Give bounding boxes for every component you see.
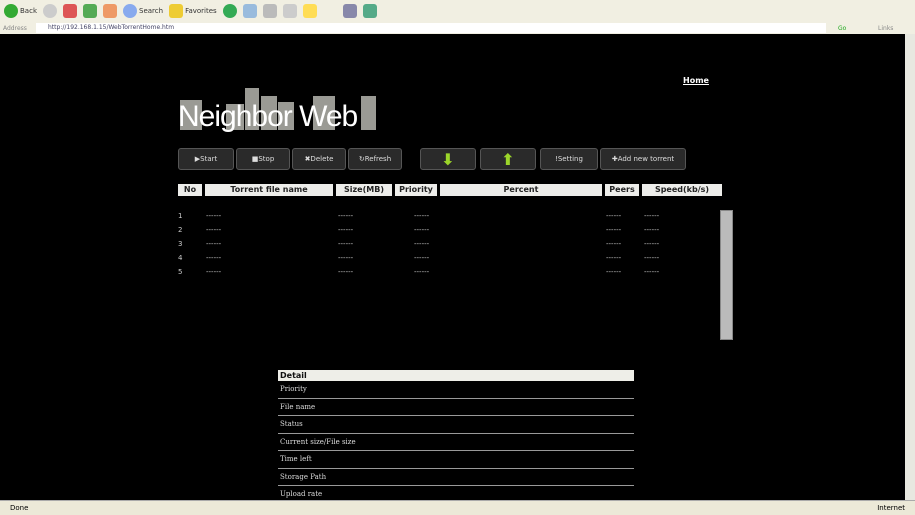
cell-speed: ------ [644, 240, 660, 248]
stop-icon[interactable] [63, 4, 77, 18]
search-icon [123, 4, 137, 18]
detail-item: Current size/File size [278, 434, 634, 451]
delete-button[interactable]: ✖Delete [292, 148, 346, 170]
cell-name: ------ [206, 212, 222, 220]
refresh-button[interactable]: ↻Refresh [348, 148, 402, 170]
logo-text: Neighbor Web [178, 100, 358, 133]
cell-speed: ------ [644, 212, 660, 220]
cell-no: 3 [178, 240, 183, 248]
logo: Neighbor Web [178, 78, 378, 136]
cell-peers: ------ [606, 254, 622, 262]
cell-priority: ------ [414, 226, 430, 234]
cell-peers: ------ [606, 226, 622, 234]
cell-size: ------ [338, 254, 354, 262]
cell-priority: ------ [414, 254, 430, 262]
links-button[interactable]: Links [878, 25, 893, 32]
stop-button[interactable]: ■Stop [236, 148, 290, 170]
cell-peers: ------ [606, 212, 622, 220]
column-header-priority: Priority [395, 184, 437, 196]
table-row[interactable]: 3 ------ ------ ------ ------ ------ [178, 240, 718, 252]
back-icon [4, 4, 18, 18]
address-input[interactable]: http://192.168.1.15/WebTorrentHome.htm [36, 23, 826, 33]
back-label: Back [20, 7, 37, 15]
table-row[interactable]: 4 ------ ------ ------ ------ ------ [178, 254, 718, 266]
edit-icon[interactable] [282, 4, 297, 18]
tools-icon[interactable] [362, 4, 377, 18]
cell-peers: ------ [606, 240, 622, 248]
cell-name: ------ [206, 268, 222, 276]
cell-speed: ------ [644, 268, 660, 276]
cell-no: 1 [178, 212, 183, 220]
cell-no: 2 [178, 226, 183, 234]
detail-item: File name [278, 399, 634, 416]
cell-priority: ------ [414, 268, 430, 276]
browser-scrollbar[interactable] [905, 34, 915, 500]
column-header-peers: Peers [605, 184, 639, 196]
cell-speed: ------ [644, 226, 660, 234]
status-text: Done [10, 504, 29, 512]
setting-button[interactable]: !Setting [540, 148, 598, 170]
table-row[interactable]: 5 ------ ------ ------ ------ ------ [178, 268, 718, 280]
back-button[interactable]: Back [4, 4, 37, 18]
start-button[interactable]: ▶Start [178, 148, 234, 170]
detail-title: Detail [278, 370, 634, 381]
history-icon[interactable] [222, 4, 237, 18]
table-row[interactable]: 1 ------ ------ ------ ------ ------ [178, 212, 718, 224]
folder-icon[interactable] [302, 4, 317, 18]
go-button[interactable]: Go [838, 25, 846, 32]
search-label: Search [139, 7, 164, 15]
cell-no: 5 [178, 268, 183, 276]
mail-icon[interactable] [242, 4, 257, 18]
favorites-label: Favorites [185, 7, 217, 15]
table-scrollbar[interactable] [720, 210, 733, 340]
status-bar: Done Internet [0, 500, 915, 515]
home-icon[interactable] [103, 4, 117, 18]
cell-priority: ------ [414, 212, 430, 220]
cell-name: ------ [206, 240, 222, 248]
detail-item: Storage Path [278, 469, 634, 486]
column-header-no: No [178, 184, 202, 196]
print-icon[interactable] [262, 4, 277, 18]
table-row[interactable]: 2 ------ ------ ------ ------ ------ [178, 226, 718, 238]
home-link[interactable]: Home [683, 76, 709, 85]
forward-icon[interactable] [43, 4, 57, 18]
star-icon [169, 4, 184, 18]
detail-item: Priority [278, 381, 634, 399]
cell-peers: ------ [606, 268, 622, 276]
address-label: Address [3, 24, 27, 32]
search-button[interactable]: Search [123, 4, 163, 18]
detail-item: Time left [278, 451, 634, 469]
column-header-name: Torrent file name [205, 184, 333, 196]
cell-size: ------ [338, 268, 354, 276]
zone-text: Internet [877, 504, 905, 512]
cell-size: ------ [338, 240, 354, 248]
cell-size: ------ [338, 226, 354, 234]
favorites-button[interactable]: Favorites [169, 4, 217, 18]
cell-priority: ------ [414, 240, 430, 248]
address-bar: Address http://192.168.1.15/WebTorrentHo… [0, 22, 915, 34]
add-torrent-button[interactable]: ✚Add new torrent [600, 148, 686, 170]
detail-item: Status [278, 416, 634, 434]
move-up-button[interactable]: ⬆ [480, 148, 536, 170]
cell-no: 4 [178, 254, 183, 262]
cell-name: ------ [206, 226, 222, 234]
messenger-icon[interactable] [342, 4, 357, 18]
browser-toolbar: Back Search Favorites [0, 0, 915, 22]
column-header-size: Size(MB) [336, 184, 392, 196]
move-down-button[interactable]: ⬇ [420, 148, 476, 170]
cell-name: ------ [206, 254, 222, 262]
cell-speed: ------ [644, 254, 660, 262]
cell-size: ------ [338, 212, 354, 220]
column-header-percent: Percent [440, 184, 602, 196]
detail-panel: Detail Priority File name Status Current si… [278, 370, 634, 504]
refresh-icon[interactable] [83, 4, 97, 18]
column-header-speed: Speed(kb/s) [642, 184, 722, 196]
